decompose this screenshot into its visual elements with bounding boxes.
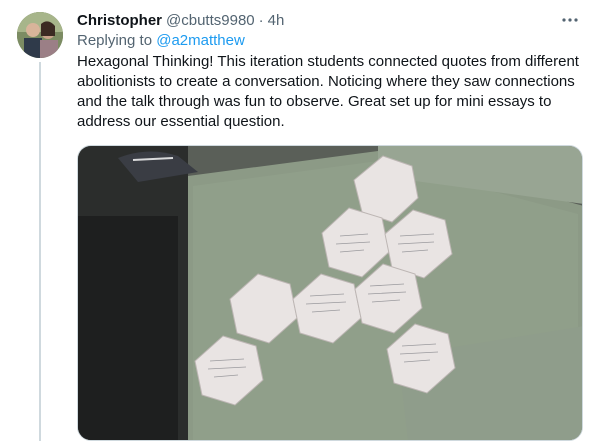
timestamp[interactable]: 4h	[268, 12, 285, 29]
separator-dot: ·	[258, 11, 264, 29]
hexagon-photo	[78, 146, 582, 440]
tweet-photo[interactable]	[77, 145, 583, 441]
avatar-image	[17, 12, 63, 58]
thread-line	[39, 62, 41, 441]
author-handle[interactable]: @cbutts9980	[166, 12, 255, 29]
replying-to-label: Replying to	[77, 32, 153, 49]
reply-handle-link[interactable]: @a2matthew	[156, 32, 245, 49]
more-horizontal-icon[interactable]	[560, 10, 580, 30]
replying-to: Replying to @a2matthew	[77, 32, 245, 49]
tweet-header: Christopher @cbutts9980 · 4h	[77, 10, 580, 30]
author-name[interactable]: Christopher	[77, 12, 162, 29]
tweet-text: Hexagonal Thinking! This iteration stude…	[77, 53, 579, 130]
avatar[interactable]	[17, 12, 63, 58]
